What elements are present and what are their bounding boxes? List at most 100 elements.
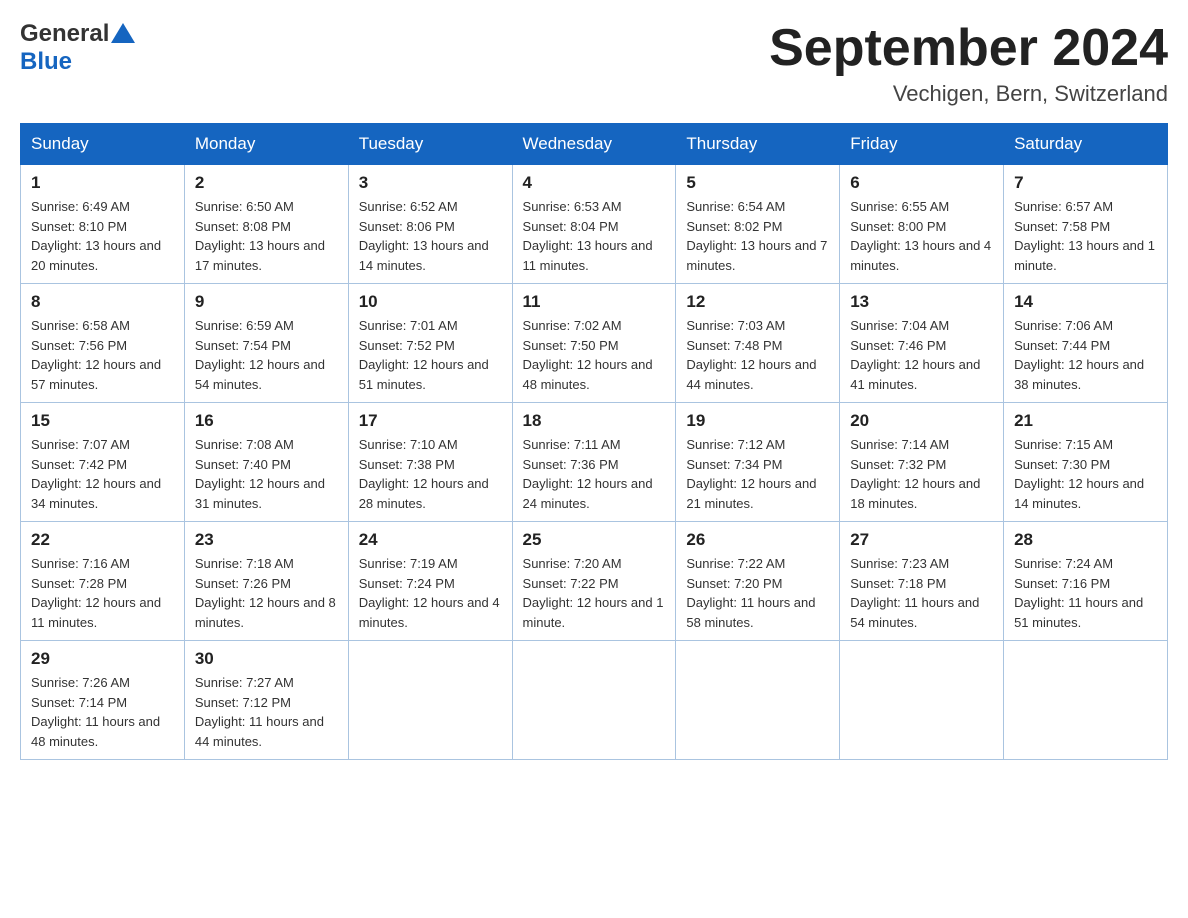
- day-info: Sunrise: 7:16 AMSunset: 7:28 PMDaylight:…: [31, 556, 161, 630]
- day-info: Sunrise: 7:19 AMSunset: 7:24 PMDaylight:…: [359, 556, 500, 630]
- day-cell: 30 Sunrise: 7:27 AMSunset: 7:12 PMDaylig…: [184, 641, 348, 760]
- day-info: Sunrise: 7:24 AMSunset: 7:16 PMDaylight:…: [1014, 556, 1143, 630]
- day-number: 21: [1014, 411, 1157, 431]
- day-info: Sunrise: 6:50 AMSunset: 8:08 PMDaylight:…: [195, 199, 325, 273]
- day-info: Sunrise: 7:07 AMSunset: 7:42 PMDaylight:…: [31, 437, 161, 511]
- day-number: 4: [523, 173, 666, 193]
- day-number: 24: [359, 530, 502, 550]
- day-number: 9: [195, 292, 338, 312]
- day-info: Sunrise: 6:55 AMSunset: 8:00 PMDaylight:…: [850, 199, 991, 273]
- day-number: 10: [359, 292, 502, 312]
- day-number: 29: [31, 649, 174, 669]
- day-info: Sunrise: 7:27 AMSunset: 7:12 PMDaylight:…: [195, 675, 324, 749]
- day-info: Sunrise: 6:53 AMSunset: 8:04 PMDaylight:…: [523, 199, 653, 273]
- day-cell: 26 Sunrise: 7:22 AMSunset: 7:20 PMDaylig…: [676, 522, 840, 641]
- day-number: 28: [1014, 530, 1157, 550]
- day-info: Sunrise: 7:10 AMSunset: 7:38 PMDaylight:…: [359, 437, 489, 511]
- day-number: 7: [1014, 173, 1157, 193]
- col-tuesday: Tuesday: [348, 124, 512, 165]
- day-cell: 27 Sunrise: 7:23 AMSunset: 7:18 PMDaylig…: [840, 522, 1004, 641]
- day-number: 25: [523, 530, 666, 550]
- col-sunday: Sunday: [21, 124, 185, 165]
- day-info: Sunrise: 7:18 AMSunset: 7:26 PMDaylight:…: [195, 556, 336, 630]
- day-info: Sunrise: 7:15 AMSunset: 7:30 PMDaylight:…: [1014, 437, 1144, 511]
- day-cell: 1 Sunrise: 6:49 AMSunset: 8:10 PMDayligh…: [21, 165, 185, 284]
- week-row-4: 22 Sunrise: 7:16 AMSunset: 7:28 PMDaylig…: [21, 522, 1168, 641]
- day-info: Sunrise: 7:12 AMSunset: 7:34 PMDaylight:…: [686, 437, 816, 511]
- day-cell: [840, 641, 1004, 760]
- day-number: 26: [686, 530, 829, 550]
- day-number: 27: [850, 530, 993, 550]
- day-number: 17: [359, 411, 502, 431]
- day-cell: 23 Sunrise: 7:18 AMSunset: 7:26 PMDaylig…: [184, 522, 348, 641]
- day-info: Sunrise: 7:03 AMSunset: 7:48 PMDaylight:…: [686, 318, 816, 392]
- day-number: 13: [850, 292, 993, 312]
- day-number: 5: [686, 173, 829, 193]
- day-info: Sunrise: 6:52 AMSunset: 8:06 PMDaylight:…: [359, 199, 489, 273]
- day-info: Sunrise: 7:26 AMSunset: 7:14 PMDaylight:…: [31, 675, 160, 749]
- day-number: 19: [686, 411, 829, 431]
- logo-blue-text: Blue: [20, 48, 72, 75]
- logo-general-text: General: [20, 20, 109, 47]
- day-number: 30: [195, 649, 338, 669]
- day-info: Sunrise: 7:14 AMSunset: 7:32 PMDaylight:…: [850, 437, 980, 511]
- day-number: 2: [195, 173, 338, 193]
- day-cell: 9 Sunrise: 6:59 AMSunset: 7:54 PMDayligh…: [184, 284, 348, 403]
- day-cell: 10 Sunrise: 7:01 AMSunset: 7:52 PMDaylig…: [348, 284, 512, 403]
- page-header: General Blue September 2024 Vechigen, Be…: [20, 20, 1168, 107]
- col-friday: Friday: [840, 124, 1004, 165]
- day-cell: 28 Sunrise: 7:24 AMSunset: 7:16 PMDaylig…: [1004, 522, 1168, 641]
- day-cell: 11 Sunrise: 7:02 AMSunset: 7:50 PMDaylig…: [512, 284, 676, 403]
- day-info: Sunrise: 7:06 AMSunset: 7:44 PMDaylight:…: [1014, 318, 1144, 392]
- day-number: 8: [31, 292, 174, 312]
- week-row-5: 29 Sunrise: 7:26 AMSunset: 7:14 PMDaylig…: [21, 641, 1168, 760]
- day-header-row: Sunday Monday Tuesday Wednesday Thursday…: [21, 124, 1168, 165]
- logo-triangle-icon: [111, 23, 135, 43]
- day-number: 20: [850, 411, 993, 431]
- day-number: 14: [1014, 292, 1157, 312]
- col-thursday: Thursday: [676, 124, 840, 165]
- day-info: Sunrise: 6:49 AMSunset: 8:10 PMDaylight:…: [31, 199, 161, 273]
- day-cell: 22 Sunrise: 7:16 AMSunset: 7:28 PMDaylig…: [21, 522, 185, 641]
- day-info: Sunrise: 6:57 AMSunset: 7:58 PMDaylight:…: [1014, 199, 1155, 273]
- day-cell: 25 Sunrise: 7:20 AMSunset: 7:22 PMDaylig…: [512, 522, 676, 641]
- day-cell: 14 Sunrise: 7:06 AMSunset: 7:44 PMDaylig…: [1004, 284, 1168, 403]
- day-number: 22: [31, 530, 174, 550]
- day-cell: 8 Sunrise: 6:58 AMSunset: 7:56 PMDayligh…: [21, 284, 185, 403]
- day-cell: 19 Sunrise: 7:12 AMSunset: 7:34 PMDaylig…: [676, 403, 840, 522]
- day-info: Sunrise: 6:54 AMSunset: 8:02 PMDaylight:…: [686, 199, 827, 273]
- day-cell: [348, 641, 512, 760]
- day-info: Sunrise: 7:08 AMSunset: 7:40 PMDaylight:…: [195, 437, 325, 511]
- day-info: Sunrise: 6:59 AMSunset: 7:54 PMDaylight:…: [195, 318, 325, 392]
- week-row-1: 1 Sunrise: 6:49 AMSunset: 8:10 PMDayligh…: [21, 165, 1168, 284]
- title-block: September 2024 Vechigen, Bern, Switzerla…: [769, 20, 1168, 107]
- day-cell: 12 Sunrise: 7:03 AMSunset: 7:48 PMDaylig…: [676, 284, 840, 403]
- day-cell: [676, 641, 840, 760]
- day-cell: 20 Sunrise: 7:14 AMSunset: 7:32 PMDaylig…: [840, 403, 1004, 522]
- day-cell: 15 Sunrise: 7:07 AMSunset: 7:42 PMDaylig…: [21, 403, 185, 522]
- col-saturday: Saturday: [1004, 124, 1168, 165]
- day-cell: [512, 641, 676, 760]
- col-wednesday: Wednesday: [512, 124, 676, 165]
- day-number: 18: [523, 411, 666, 431]
- day-number: 15: [31, 411, 174, 431]
- day-cell: 17 Sunrise: 7:10 AMSunset: 7:38 PMDaylig…: [348, 403, 512, 522]
- day-cell: 4 Sunrise: 6:53 AMSunset: 8:04 PMDayligh…: [512, 165, 676, 284]
- day-cell: 5 Sunrise: 6:54 AMSunset: 8:02 PMDayligh…: [676, 165, 840, 284]
- day-info: Sunrise: 6:58 AMSunset: 7:56 PMDaylight:…: [31, 318, 161, 392]
- day-cell: [1004, 641, 1168, 760]
- calendar-location: Vechigen, Bern, Switzerland: [769, 81, 1168, 107]
- day-number: 23: [195, 530, 338, 550]
- day-cell: 2 Sunrise: 6:50 AMSunset: 8:08 PMDayligh…: [184, 165, 348, 284]
- day-number: 12: [686, 292, 829, 312]
- day-cell: 21 Sunrise: 7:15 AMSunset: 7:30 PMDaylig…: [1004, 403, 1168, 522]
- day-cell: 3 Sunrise: 6:52 AMSunset: 8:06 PMDayligh…: [348, 165, 512, 284]
- day-cell: 29 Sunrise: 7:26 AMSunset: 7:14 PMDaylig…: [21, 641, 185, 760]
- day-info: Sunrise: 7:02 AMSunset: 7:50 PMDaylight:…: [523, 318, 653, 392]
- day-cell: 16 Sunrise: 7:08 AMSunset: 7:40 PMDaylig…: [184, 403, 348, 522]
- day-number: 1: [31, 173, 174, 193]
- day-number: 6: [850, 173, 993, 193]
- day-cell: 6 Sunrise: 6:55 AMSunset: 8:00 PMDayligh…: [840, 165, 1004, 284]
- day-cell: 24 Sunrise: 7:19 AMSunset: 7:24 PMDaylig…: [348, 522, 512, 641]
- day-info: Sunrise: 7:01 AMSunset: 7:52 PMDaylight:…: [359, 318, 489, 392]
